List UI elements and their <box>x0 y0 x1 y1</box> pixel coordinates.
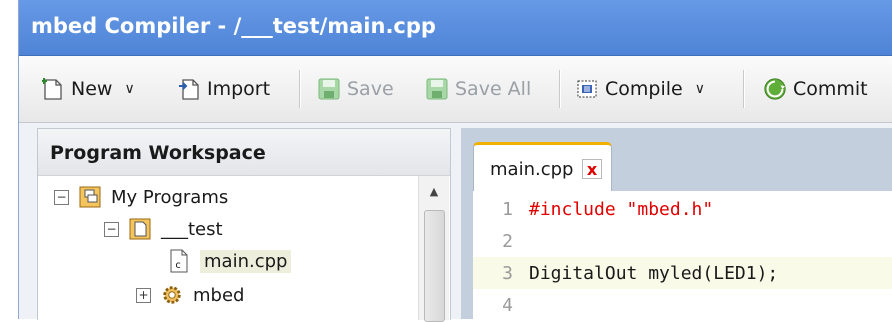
scrollbar-thumb[interactable] <box>424 210 445 322</box>
commit-icon <box>763 77 787 101</box>
panel-title: Program Workspace <box>50 142 266 164</box>
toolbar-separator <box>559 70 561 108</box>
tree-item-label: main.cpp <box>200 249 292 273</box>
import-icon <box>177 77 201 101</box>
title-bar: mbed Compiler - /___test/main.cpp <box>19 0 892 56</box>
tree-item-mbed-library[interactable]: + mbed <box>136 280 244 310</box>
library-gear-icon <box>161 284 183 306</box>
save-disk-icon <box>317 77 341 101</box>
svg-text:c: c <box>175 260 181 271</box>
code-area[interactable]: 1 #include "mbed.h" 2 3 DigitalOut myled… <box>473 191 892 319</box>
toolbar: New ∨ Import Save Save All Compile ∨ Com… <box>19 56 892 123</box>
new-button[interactable]: New ∨ <box>41 74 135 104</box>
chevron-down-icon[interactable]: ∨ <box>124 81 134 97</box>
toolbar-separator <box>299 70 301 108</box>
program-workspace-panel: Program Workspace − My Programs − ___tes… <box>37 128 451 322</box>
tree-item-label: mbed <box>193 284 245 306</box>
save-all-button-label: Save All <box>455 78 532 100</box>
expand-toggle[interactable]: + <box>136 287 151 303</box>
save-all-disk-icon <box>425 77 449 101</box>
compile-button[interactable]: Compile ∨ <box>575 74 705 104</box>
import-button[interactable]: Import <box>177 74 270 104</box>
compile-chip-icon <box>575 77 599 101</box>
close-tab-icon[interactable]: x <box>582 159 602 179</box>
tab-main-cpp[interactable]: main.cpp x <box>473 142 612 191</box>
collapse-toggle[interactable]: − <box>54 189 69 205</box>
line-number: 4 <box>502 294 513 316</box>
window-title: mbed Compiler - /___test/main.cpp <box>31 14 436 38</box>
new-button-label: New <box>71 78 113 100</box>
new-file-icon <box>41 77 65 101</box>
collapse-toggle[interactable]: − <box>104 221 119 237</box>
line-text: DigitalOut myled(LED1); <box>529 262 779 284</box>
line-number: 2 <box>502 230 513 252</box>
programs-folder-icon <box>79 186 101 208</box>
import-button-label: Import <box>207 78 271 100</box>
code-line: 1 #include "mbed.h" <box>473 193 892 225</box>
cpp-file-icon: c <box>168 249 190 273</box>
program-icon <box>129 218 151 240</box>
code-line: 2 <box>473 225 892 257</box>
line-number: 3 <box>502 262 513 284</box>
line-text: #include "mbed.h" <box>529 198 714 220</box>
tree-item-my-programs[interactable]: − My Programs <box>54 182 228 212</box>
tree-item-test-program[interactable]: − ___test <box>104 214 223 244</box>
compile-button-label: Compile <box>605 78 683 100</box>
chevron-down-icon[interactable]: ∨ <box>695 81 705 97</box>
tree-item-label: ___test <box>161 218 223 240</box>
tree-scrollbar[interactable]: ▲ <box>418 176 449 322</box>
commit-button-label: Commit <box>793 78 868 100</box>
code-line: 4 <box>473 289 892 321</box>
code-editor-panel: main.cpp x 1 #include "mbed.h" 2 3 Digit… <box>461 128 892 319</box>
panel-header: Program Workspace <box>38 129 450 176</box>
save-button-label: Save <box>347 78 394 100</box>
save-all-button[interactable]: Save All <box>425 74 531 104</box>
tab-label: main.cpp <box>490 159 574 180</box>
program-tree: − My Programs − ___test c main.cpp + mbe… <box>38 176 418 320</box>
line-number: 1 <box>502 198 513 220</box>
scroll-up-arrow-icon[interactable]: ▲ <box>419 180 449 202</box>
save-button[interactable]: Save <box>317 74 394 104</box>
app-window: mbed Compiler - /___test/main.cpp New ∨ … <box>18 0 892 322</box>
commit-button[interactable]: Commit <box>763 74 868 104</box>
tree-item-label: My Programs <box>111 186 229 208</box>
code-line-current: 3 DigitalOut myled(LED1); <box>473 257 892 289</box>
tree-item-main-cpp[interactable]: c main.cpp <box>168 246 292 276</box>
toolbar-separator <box>743 70 745 108</box>
